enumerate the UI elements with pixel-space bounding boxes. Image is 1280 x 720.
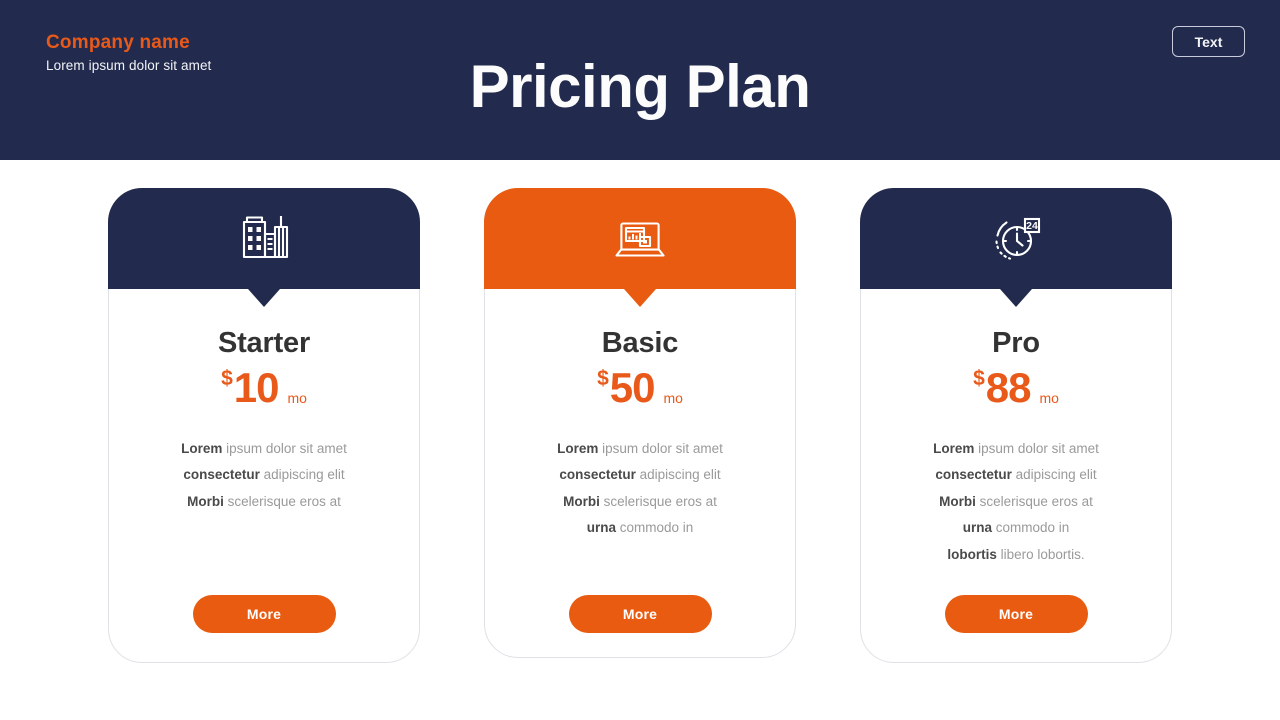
feature-keyword: lobortis xyxy=(947,546,997,562)
feature-line: Lorem ipsum dolor sit amet xyxy=(181,441,347,456)
cta-wrap-basic: More xyxy=(485,595,795,633)
more-button-starter[interactable]: More xyxy=(192,595,336,633)
feature-line: consectetur adipiscing elit xyxy=(559,467,721,483)
pricing-cards: Starter $ 10 mo Lorem ipsum dolor sit am… xyxy=(0,0,1280,720)
feature-keyword: urna xyxy=(962,520,992,536)
pricing-card-basic[interactable]: Basic $ 50 mo Lorem ipsum dolor sit amet… xyxy=(484,188,796,658)
card-body-starter: Starter $ 10 mo Lorem ipsum dolor sit am… xyxy=(109,290,419,515)
plan-price-starter: $ 10 mo xyxy=(221,365,307,411)
more-button-basic[interactable]: More xyxy=(568,595,712,633)
price-period: mo xyxy=(1039,390,1059,406)
cta-wrap-pro: More xyxy=(861,595,1171,633)
feature-line: lobortis libero lobortis. xyxy=(947,546,1085,562)
office-building-icon xyxy=(242,215,289,258)
plan-price-pro: $ 88 mo xyxy=(973,365,1059,411)
feature-keyword: consectetur xyxy=(183,467,260,483)
feature-line: consectetur adipiscing elit xyxy=(935,467,1097,483)
price-period: mo xyxy=(663,390,683,406)
card-body-pro: Pro $ 88 mo Lorem ipsum dolor sit amet co… xyxy=(861,290,1171,568)
clock-24h-icon: 24 xyxy=(995,217,1041,260)
feature-keyword: urna xyxy=(586,520,616,536)
card-body-basic: Basic $ 50 mo Lorem ipsum dolor sit amet… xyxy=(485,290,795,542)
feature-list-pro: Lorem ipsum dolor sit amet consectetur ad… xyxy=(861,436,1171,568)
cta-wrap-starter: More xyxy=(109,595,419,633)
feature-keyword: Lorem xyxy=(933,441,975,456)
price-period: mo xyxy=(287,390,307,406)
feature-line: consectetur adipiscing elit xyxy=(183,467,345,483)
plan-name-pro: Pro xyxy=(992,327,1040,359)
plan-price-basic: $ 50 mo xyxy=(597,365,683,411)
feature-line: Morbi scelerisque eros at xyxy=(939,493,1093,509)
card-header-starter xyxy=(108,188,420,289)
feature-keyword: consectetur xyxy=(935,467,1012,483)
feature-line: Lorem ipsum dolor sit amet xyxy=(557,441,723,456)
feature-keyword: consectetur xyxy=(559,467,636,483)
feature-keyword: Morbi xyxy=(187,493,224,509)
feature-list-starter: Lorem ipsum dolor sit amet consectetur ad… xyxy=(109,436,419,515)
price-amount: 88 xyxy=(985,364,1032,411)
feature-keyword: Lorem xyxy=(557,441,599,456)
plan-name-basic: Basic xyxy=(601,327,679,359)
feature-list-basic: Lorem ipsum dolor sit amet consectetur ad… xyxy=(485,436,795,542)
more-button-pro[interactable]: More xyxy=(944,595,1088,633)
laptop-chart-icon xyxy=(615,221,665,257)
price-amount: 50 xyxy=(609,364,656,411)
price-amount: 10 xyxy=(233,364,280,411)
feature-line: Morbi scelerisque eros at xyxy=(563,493,717,509)
feature-line: urna commodo in xyxy=(586,520,694,536)
feature-line: Morbi scelerisque eros at xyxy=(187,493,341,509)
price-currency: $ xyxy=(597,367,609,390)
feature-line: urna commodo in xyxy=(962,520,1070,536)
card-header-basic xyxy=(484,188,796,289)
pricing-plan-slide: Company name Lorem ipsum dolor sit amet … xyxy=(0,0,1280,720)
price-currency: $ xyxy=(221,367,233,390)
feature-keyword: Morbi xyxy=(939,493,976,509)
svg-text:24: 24 xyxy=(1026,220,1038,232)
price-currency: $ xyxy=(973,367,985,390)
pricing-card-starter[interactable]: Starter $ 10 mo Lorem ipsum dolor sit am… xyxy=(108,188,420,663)
feature-keyword: Lorem xyxy=(181,441,223,456)
plan-name-starter: Starter xyxy=(217,327,311,359)
card-header-pro: 24 xyxy=(860,188,1172,289)
pricing-card-pro[interactable]: 24 Pro $ 88 mo Lorem ipsum dolor sit ame… xyxy=(860,188,1172,663)
feature-keyword: Morbi xyxy=(563,493,600,509)
feature-line: Lorem ipsum dolor sit amet xyxy=(933,441,1099,456)
